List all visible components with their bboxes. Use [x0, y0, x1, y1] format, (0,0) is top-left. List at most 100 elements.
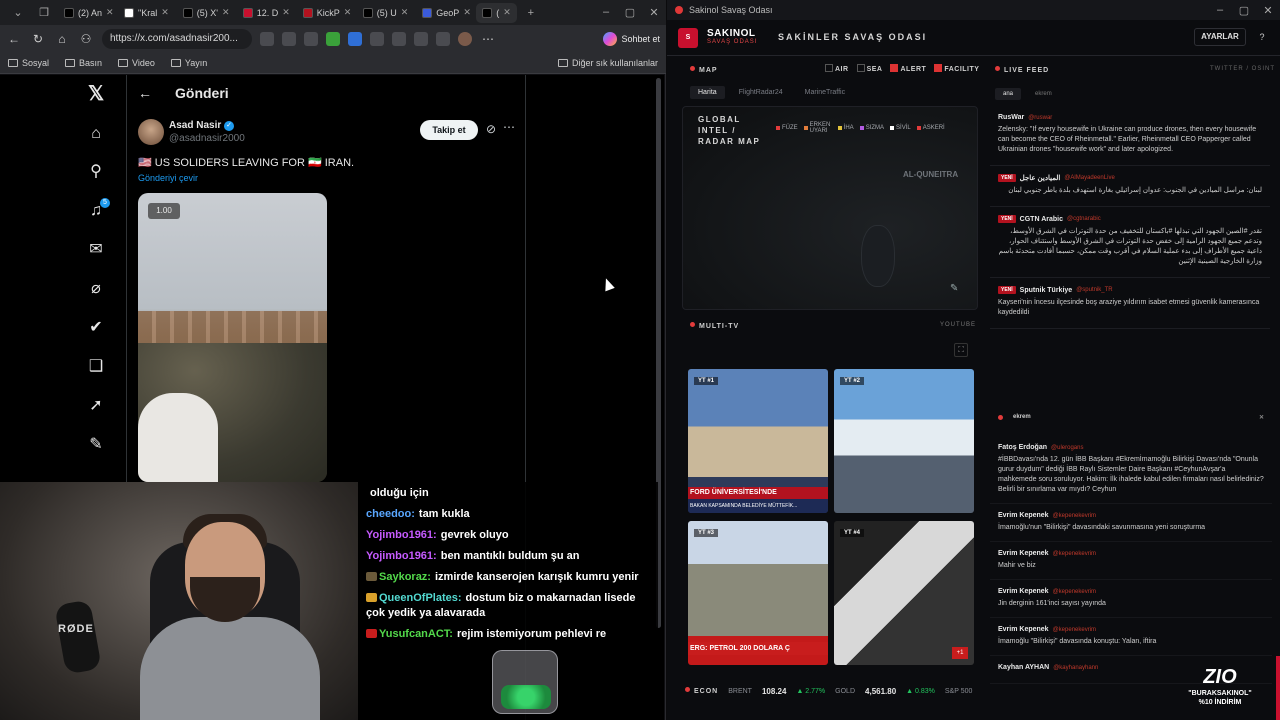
feed-post[interactable]: Evrim Kepenek @kepenekevrim Mahir ve biz — [990, 542, 1272, 580]
extension-icon[interactable] — [370, 32, 384, 46]
other-bookmarks[interactable]: Diğer sık kullanılanlar — [557, 58, 658, 68]
menu-dots-icon[interactable]: ⋯ — [480, 32, 496, 46]
tab-close-icon[interactable]: ✕ — [463, 7, 471, 18]
browser-tab[interactable]: 12. D ✕ — [237, 3, 295, 23]
filter-sea[interactable]: SEA — [856, 64, 883, 73]
feed-post[interactable]: Evrim Kepenek @kepenekevrim İmamoğlu'nun "… — [990, 504, 1272, 542]
favorite-star-icon[interactable] — [282, 32, 296, 46]
split-screen-icon[interactable] — [392, 32, 406, 46]
filter-alert[interactable]: ALERT — [890, 64, 926, 73]
rocket-icon[interactable]: ➚ — [86, 396, 106, 416]
bookmark-basin[interactable]: Basın — [65, 58, 102, 68]
live-feed-list[interactable]: RusWar @ruswar Zelensky: "If every housew… — [990, 106, 1270, 406]
browser-tab[interactable]: "Kral ✕ — [118, 3, 175, 23]
tab-actions-icon[interactable]: ⌄ — [6, 6, 30, 19]
back-icon[interactable]: ← — [6, 32, 22, 46]
browser-tab[interactable]: (5) X' ✕ — [177, 3, 235, 23]
minimize-icon[interactable]: – — [1208, 4, 1232, 17]
refresh-icon[interactable]: ↻ — [30, 32, 46, 46]
edit-pencil-icon[interactable]: ✎ — [950, 283, 958, 294]
back-arrow-icon[interactable]: ← — [138, 85, 152, 101]
feed-post[interactable]: YENİ CGTN Arabic @cgtnarabic تقدر #الصين ا… — [990, 207, 1270, 278]
url-input[interactable]: https://x.com/asadnasir200... — [102, 29, 252, 49]
checkbox[interactable] — [825, 64, 833, 72]
extension-icon[interactable] — [326, 32, 340, 46]
author-name[interactable]: Asad Nasir — [169, 120, 221, 131]
follow-button[interactable]: Takip et — [420, 120, 478, 140]
close-icon[interactable]: ✕ — [1256, 4, 1280, 17]
tab-close-icon[interactable]: ✕ — [344, 7, 352, 18]
filter-air[interactable]: AIR — [825, 64, 849, 73]
maximize-icon[interactable]: ▢ — [618, 6, 642, 19]
tab-close-icon[interactable]: ✕ — [161, 7, 169, 18]
feed-post[interactable]: Fatoş Erdoğan @ulerogans #İBBDavası'nda 12… — [990, 436, 1272, 504]
tab-ana[interactable]: ana — [995, 88, 1022, 100]
browser-tab[interactable]: (5) U ✕ — [357, 3, 415, 23]
messages-icon[interactable]: ✉ — [86, 240, 106, 260]
search-icon[interactable]: ⚲ — [86, 162, 106, 182]
tab-close-icon[interactable]: ✕ — [503, 7, 511, 18]
tab-harita[interactable]: Harita — [690, 86, 725, 99]
browser-tab[interactable]: (2) An ✕ — [58, 3, 116, 23]
compose-icon[interactable]: ✎ — [86, 435, 106, 455]
author-handle[interactable]: @asadnasir2000 — [169, 133, 245, 144]
browser-tab[interactable]: GeoP ✕ — [416, 3, 474, 23]
feed-post[interactable]: RusWar @ruswar Zelensky: "If every housew… — [990, 106, 1270, 166]
filter-facility[interactable]: FACILITY — [934, 64, 979, 73]
profile-avatar[interactable] — [458, 32, 472, 46]
fullscreen-icon[interactable]: ⛶ — [954, 343, 968, 357]
translate-link[interactable]: Gönderiyi çevir — [138, 173, 198, 183]
minimize-icon[interactable]: – — [594, 6, 618, 19]
collections-icon[interactable] — [436, 32, 450, 46]
extension-icon[interactable] — [304, 32, 318, 46]
browser-tab[interactable]: KickP ✕ — [297, 3, 355, 23]
tv-screen-2[interactable]: YT #2 — [834, 369, 974, 513]
feed-post[interactable]: YENİ الميادين عاجل @AlMayadeenLive لبنان: … — [990, 166, 1270, 207]
close-icon[interactable]: ✕ — [642, 6, 666, 19]
x-logo-icon[interactable]: 𝕏 — [86, 84, 106, 104]
checkbox[interactable] — [890, 64, 899, 72]
home-icon[interactable]: ⌂ — [86, 124, 106, 144]
grok-explain-icon[interactable]: ⊘ — [486, 122, 496, 136]
tab-marinetraffic[interactable]: MarineTraffic — [797, 86, 853, 99]
tab-close-icon[interactable]: ✕ — [282, 7, 290, 18]
feed-post[interactable]: Evrim Kepenek @kepenekevrim İmamoğlu "Bili… — [990, 618, 1272, 656]
tv-more-badge[interactable]: +1 — [952, 647, 968, 659]
site-info-icon[interactable]: ⚇ — [78, 32, 94, 46]
bookmark-video[interactable]: Video — [118, 58, 155, 68]
post-video[interactable] — [138, 193, 327, 482]
bookmark-sosyal[interactable]: Sosyal — [8, 58, 49, 68]
maximize-icon[interactable]: ▢ — [1232, 4, 1256, 17]
close-icon[interactable]: ✕ — [1259, 414, 1264, 421]
bookmarks-icon[interactable]: ❑ — [86, 357, 106, 377]
feed-post[interactable]: Evrim Kepenek @kepenekevrim Jin derginin 1… — [990, 580, 1272, 618]
playback-speed[interactable]: 1.00 — [148, 203, 180, 219]
favorites-icon[interactable] — [414, 32, 428, 46]
checkbox[interactable] — [856, 64, 865, 72]
new-tab-icon[interactable]: + — [519, 7, 543, 19]
bookmark-yayin[interactable]: Yayın — [170, 58, 207, 68]
author-avatar[interactable] — [138, 119, 164, 145]
verified-icon[interactable]: ✔ — [86, 318, 106, 338]
tv-screen-4[interactable]: YT #4 +1 — [834, 521, 974, 665]
grok-icon[interactable]: ⌀ — [86, 279, 106, 299]
extension-icon[interactable] — [348, 32, 362, 46]
tv-screen-3[interactable]: YT #3 ERG: PETROL 200 DOLARA Ç — [688, 521, 828, 665]
tab-flightradar[interactable]: FlightRadar24 — [731, 86, 791, 99]
tab-close-icon[interactable]: ✕ — [222, 7, 230, 18]
workspaces-icon[interactable]: ❐ — [32, 6, 56, 19]
help-button[interactable]: ? — [1254, 28, 1270, 46]
home-icon[interactable]: ⌂ — [54, 32, 70, 46]
checkbox[interactable] — [934, 64, 943, 72]
browser-tab[interactable]: (✕ — [476, 2, 517, 23]
tv-screen-1[interactable]: YT #1 FORD ÜNİVERSİTESİ'NDE BAKAN KAPSAM… — [688, 369, 828, 513]
copilot-button[interactable]: Sohbet et — [603, 32, 660, 46]
tab-close-icon[interactable]: ✕ — [106, 7, 114, 18]
more-options-icon[interactable]: ⋯ — [503, 120, 515, 134]
notifications-bell-icon[interactable]: ♫ 5 — [86, 198, 110, 221]
tab-ekrem[interactable]: ekrem — [1027, 88, 1060, 100]
read-aloud-icon[interactable] — [260, 32, 274, 46]
settings-button[interactable]: AYARLAR — [1194, 28, 1246, 46]
feed-post[interactable]: YENİ Sputnik Türkiye @sputnik_TR Kayseri'n… — [990, 278, 1270, 329]
tab-close-icon[interactable]: ✕ — [401, 7, 409, 18]
